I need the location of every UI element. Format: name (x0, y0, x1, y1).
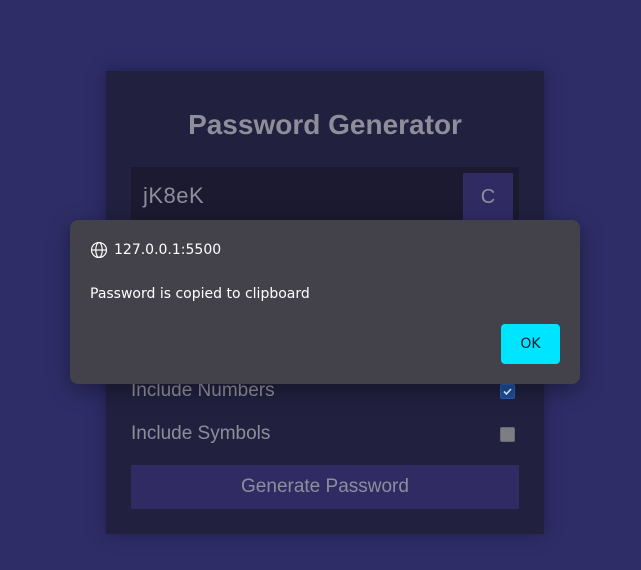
dialog-origin-text: 127.0.0.1:5500 (114, 242, 222, 258)
setting-include-symbols: Include Symbols (131, 420, 519, 448)
result-container: jK8eK C (131, 167, 519, 221)
setting-label: Include Symbols (131, 423, 271, 444)
alert-dialog: 127.0.0.1:5500 Password is copied to cli… (70, 220, 580, 384)
checkmark-icon (503, 387, 512, 395)
password-output: jK8eK (143, 183, 205, 208)
ok-button[interactable]: OK (501, 324, 560, 364)
copy-button[interactable]: C (463, 173, 513, 221)
page-title: Password Generator (188, 109, 462, 140)
dialog-message: Password is copied to clipboard (90, 286, 310, 302)
symbols-checkbox[interactable] (500, 426, 515, 442)
dialog-origin: 127.0.0.1:5500 (90, 241, 221, 259)
generate-button[interactable]: Generate Password (131, 465, 519, 509)
numbers-checkbox[interactable] (500, 383, 515, 399)
globe-icon (90, 241, 108, 259)
